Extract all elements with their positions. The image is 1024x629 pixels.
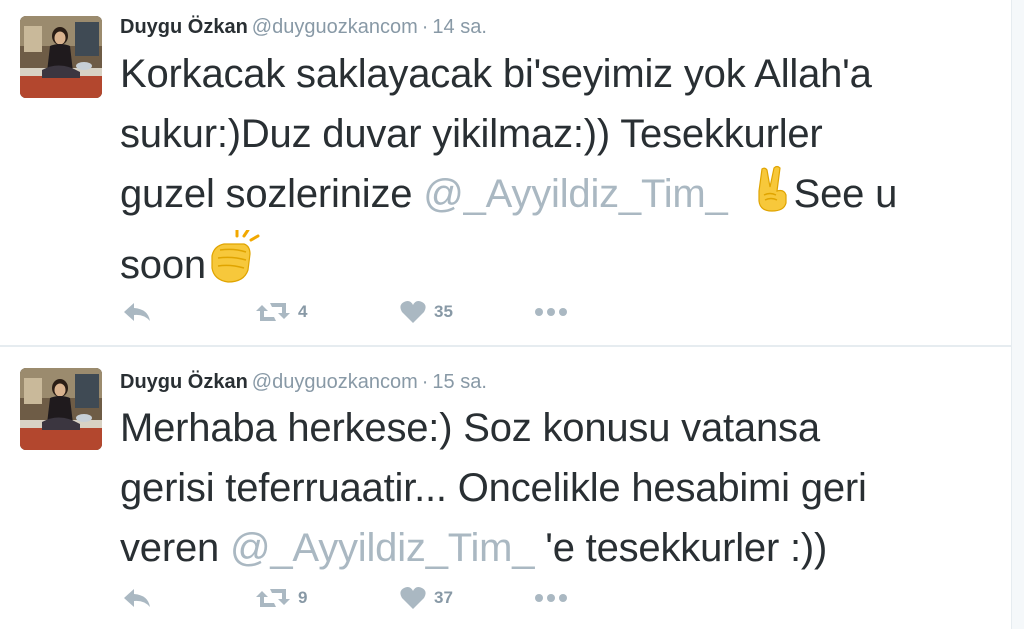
like-button[interactable]: 35 — [400, 297, 453, 327]
tweet-feed: Duygu Özkan @duyguozkancom · 14 sa. Korkaca… — [0, 0, 1024, 629]
more-options-button[interactable] — [534, 297, 568, 327]
retweet-count: 4 — [298, 302, 308, 321]
like-button[interactable]: 37 — [400, 583, 453, 613]
tweet[interactable]: Duygu Özkan @duyguozkancom · 14 sa. Korkaca… — [0, 0, 1012, 346]
more-options-button[interactable] — [534, 583, 568, 613]
reply-icon — [124, 303, 150, 321]
author-username[interactable]: @duyguozkancom — [252, 16, 418, 38]
separator: · — [421, 16, 429, 38]
tweet-text-line: gerisi teferruaatir... Oncelikle hesabim… — [120, 466, 867, 510]
more-dots-icon — [535, 308, 567, 316]
reply-button[interactable] — [122, 297, 152, 327]
tweet-text-line: sukur:)Duz duvar yikilmaz:)) Tesekkurler — [120, 112, 823, 156]
victory-hand-emoji — [750, 165, 794, 230]
mention-link[interactable]: @_Ayyildiz_Tim_ — [230, 526, 535, 570]
tweet-text-line: Korkacak saklayacak bi'seyimiz yok Allah… — [120, 52, 872, 96]
avatar[interactable] — [20, 16, 102, 98]
tweet-timestamp[interactable]: 14 sa. — [432, 16, 486, 38]
retweet-button[interactable]: 9 — [256, 583, 307, 613]
author-fullname[interactable]: Duygu Özkan — [120, 16, 248, 38]
separator: · — [421, 371, 429, 393]
scrollbar-track[interactable] — [1011, 0, 1024, 629]
tweet[interactable]: Duygu Özkan @duyguozkancom · 15 sa. Merhaba… — [0, 346, 1012, 629]
clapping-hands-emoji — [206, 228, 262, 301]
tweet-header: Duygu Özkan @duyguozkancom · 15 sa. — [120, 369, 487, 395]
tweet-actions: 4 35 — [120, 297, 620, 327]
tweet-text-fragment: guzel sozlerinize — [120, 172, 424, 216]
tweet-text-line: veren @_Ayyildiz_Tim_ 'e tesekkurler :)) — [120, 518, 1000, 578]
author-username[interactable]: @duyguozkancom — [252, 371, 418, 393]
tweet-text-fragment: See u — [793, 172, 898, 216]
avatar-photo — [20, 16, 102, 98]
retweet-icon — [256, 303, 290, 321]
tweet-text-fragment: veren — [120, 526, 230, 570]
retweet-button[interactable]: 4 — [256, 297, 307, 327]
mention-link[interactable]: @_Ayyildiz_Tim_ — [423, 172, 728, 216]
tweet-actions: 9 37 — [120, 583, 620, 613]
tweet-text: Merhaba herkese:) Soz konusu vatansa ger… — [120, 398, 1000, 578]
tweet-header: Duygu Özkan @duyguozkancom · 14 sa. — [120, 14, 487, 40]
tweet-timestamp[interactable]: 15 sa. — [432, 371, 486, 393]
tweet-text: Korkacak saklayacak bi'seyimiz yok Allah… — [120, 44, 1000, 301]
tweet-text-line: soon — [120, 228, 1000, 301]
like-count: 35 — [434, 302, 453, 321]
tweet-text-fragment: soon — [120, 243, 206, 287]
more-dots-icon — [535, 594, 567, 602]
retweet-icon — [256, 589, 290, 607]
reply-icon — [124, 589, 150, 607]
author-fullname[interactable]: Duygu Özkan — [120, 371, 248, 393]
tweet-text-line: guzel sozlerinize @_Ayyildiz_Tim_ See u — [120, 164, 1000, 230]
tweet-text-line: Merhaba herkese:) Soz konusu vatansa — [120, 406, 820, 450]
retweet-count: 9 — [298, 588, 308, 607]
reply-button[interactable] — [122, 583, 152, 613]
avatar[interactable] — [20, 368, 102, 450]
tweet-text-fragment: 'e tesekkurler :)) — [534, 526, 828, 570]
heart-icon — [400, 301, 426, 323]
heart-icon — [400, 587, 426, 609]
avatar-photo — [20, 368, 102, 450]
like-count: 37 — [434, 588, 453, 607]
